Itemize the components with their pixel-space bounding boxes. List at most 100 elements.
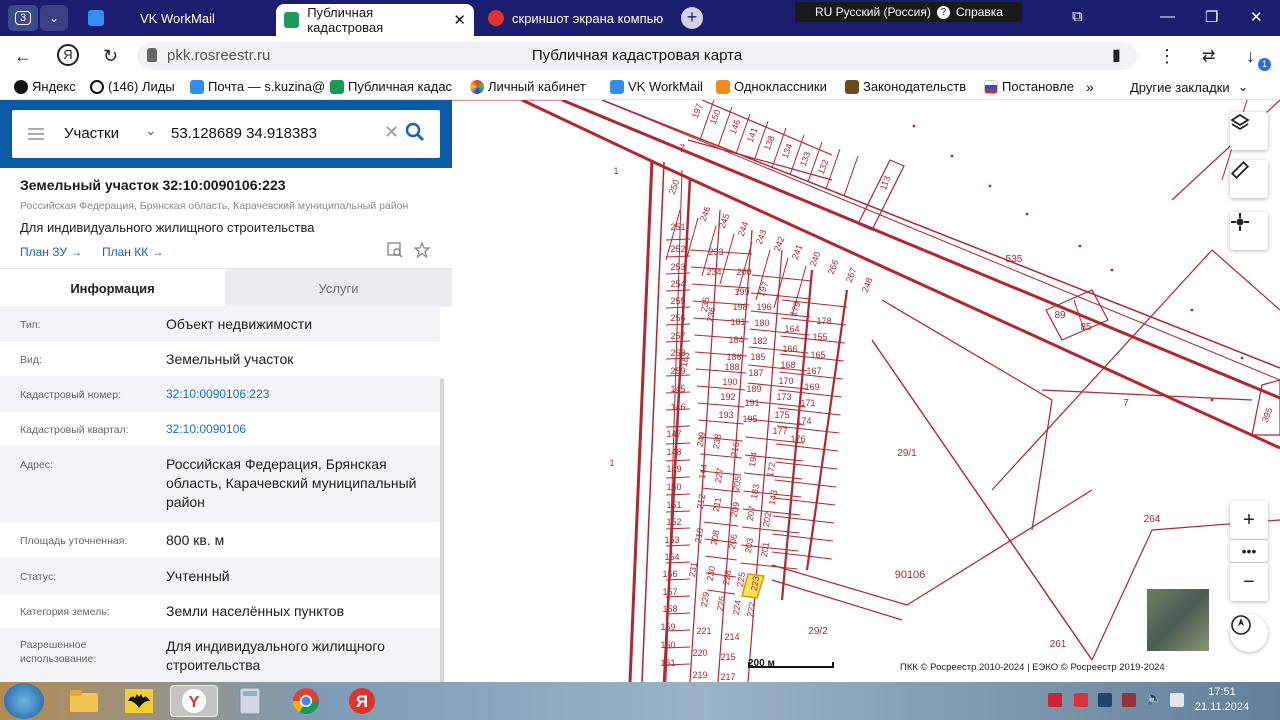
language-bar[interactable]: RU Русский (Россия) ? Справка: [795, 2, 1022, 22]
taskbar-yandex-browser[interactable]: Y: [170, 685, 218, 717]
panel-scrollbar[interactable]: [440, 378, 444, 718]
vk-workmail-icon: [88, 10, 104, 26]
back-icon[interactable]: ←: [14, 46, 32, 67]
collections-icon[interactable]: ⧉: [1072, 8, 1083, 25]
parcel-boundary: [771, 579, 903, 621]
bookmark-item[interactable]: Почта — s.kuzina@: [190, 79, 325, 94]
ruler-button[interactable]: [1230, 160, 1268, 198]
parcel-number: 171: [800, 398, 815, 408]
bookmark-item[interactable]: Личный кабинет: [470, 79, 586, 94]
map-label: 535: [1006, 254, 1023, 265]
menu-icon[interactable]: [28, 128, 44, 140]
locate-point-button[interactable]: [1230, 212, 1268, 250]
bookmark-item[interactable]: Постановле: [984, 79, 1074, 94]
yandex-icon: [488, 10, 504, 26]
parcel-number: 194: [747, 451, 759, 468]
parcel-boundary: [698, 419, 744, 425]
cadastral-map[interactable]: 197 150 146 141 138 134 133 132 246 245 244 243 242 2…: [452, 100, 1280, 682]
tab-count-button[interactable]: 3: [8, 5, 38, 31]
minimize-button[interactable]: —: [1160, 8, 1175, 25]
layers-button[interactable]: [1230, 112, 1268, 150]
tray-device-icon[interactable]: [1098, 693, 1112, 707]
tab-screenshot[interactable]: скриншот экрана компью: [480, 4, 676, 32]
bookmark-icon[interactable]: ▮: [1112, 45, 1121, 65]
parcel-boundary: [1211, 249, 1280, 311]
taskbar-calculator[interactable]: [226, 685, 274, 717]
share-icon[interactable]: ⇄: [1202, 46, 1215, 66]
parcel-number: 159: [660, 622, 675, 632]
reload-icon[interactable]: ↻: [103, 46, 118, 67]
clear-icon[interactable]: ✕: [384, 122, 399, 143]
tray-network-icon[interactable]: [1048, 693, 1062, 707]
menu-dots-icon[interactable]: ⋮: [1158, 46, 1176, 67]
tab-services[interactable]: Услуги: [225, 269, 452, 307]
tray-wifi-icon[interactable]: [1170, 693, 1184, 707]
clock[interactable]: 17:51 21.11.2024: [1192, 685, 1252, 715]
maximize-button[interactable]: ❐: [1205, 8, 1218, 26]
tab-info[interactable]: Информация: [0, 269, 225, 307]
parcel-boundary: [705, 555, 737, 561]
bookmark-item[interactable]: Законодательств: [845, 79, 966, 94]
star-icon[interactable]: [414, 242, 430, 258]
quarter-boundary: [628, 159, 654, 682]
chevron-down-icon[interactable]: ⌄: [145, 122, 157, 139]
boundary-point: [988, 184, 992, 188]
search-on-map-icon[interactable]: [387, 242, 403, 258]
parcel-number: 217: [720, 672, 735, 682]
parcel-number: 242: [772, 235, 787, 253]
zoom-levels-button[interactable]: •••: [1230, 540, 1268, 562]
zoom-out-button[interactable]: −: [1230, 563, 1268, 601]
parcel-usage: Для индивидуального жилищного строительс…: [20, 220, 315, 235]
bookmark-item[interactable]: (146) Лиды: [90, 79, 175, 94]
parcel-boundary: [771, 564, 908, 606]
taskbar-chrome[interactable]: [282, 685, 330, 717]
bookmark-item[interactable]: Публичная кадас: [330, 79, 452, 94]
cadastral-number-link[interactable]: 32:10:0090106:223: [166, 385, 438, 404]
parcel-number: 215: [720, 652, 735, 662]
tab-rosreestr[interactable]: Публичная кадастровая ✕: [276, 4, 474, 36]
more-bookmarks-button[interactable]: »: [1086, 79, 1094, 95]
search-icon[interactable]: [405, 122, 425, 142]
cadastral-quarter-link[interactable]: 32:10:0090106: [166, 420, 438, 439]
help-label[interactable]: Справка: [956, 5, 1003, 19]
other-bookmarks-button[interactable]: Другие закладки ⌄: [1130, 79, 1249, 95]
plan-kk-link[interactable]: План КК →: [102, 245, 164, 259]
parcel-number: 186: [726, 352, 741, 362]
yandex-home-icon[interactable]: Я: [57, 44, 79, 66]
parcel-number: 233: [708, 247, 723, 257]
bookmark-item[interactable]: Одноклассники: [716, 79, 827, 94]
road-centerline: [601, 100, 1280, 381]
taskbar-batman[interactable]: [115, 685, 163, 717]
download-icon[interactable]: ↓: [1246, 46, 1255, 67]
start-button[interactable]: [4, 683, 44, 719]
taskbar-yandex[interactable]: Я: [338, 685, 386, 717]
tray-app-icon[interactable]: [1074, 693, 1088, 707]
rosreestr-icon: [284, 12, 300, 28]
volume-icon[interactable]: 🔈: [1146, 690, 1162, 705]
plan-zu-link[interactable]: План ЗУ →: [20, 245, 82, 259]
search-input[interactable]: 53.128689 34.918383: [171, 125, 317, 142]
parcel-number: 174: [796, 416, 811, 426]
parcel-boundary: [773, 515, 835, 524]
bookmark-item[interactable]: VK WorkMail: [610, 79, 703, 94]
parcel-boundary: [772, 533, 834, 542]
table-row: Разрешенное использование: Для индивидуа…: [0, 628, 440, 682]
chevron-down-icon[interactable]: ⌄: [40, 5, 68, 31]
window-close-button[interactable]: ✕: [1250, 8, 1263, 26]
chevron-down-icon: ⌄: [1237, 79, 1249, 94]
parcel-boundary: [741, 526, 800, 534]
parcel-number: 176: [790, 434, 805, 444]
satellite-minimap[interactable]: [1146, 588, 1210, 652]
compass-button[interactable]: [1230, 614, 1268, 652]
close-icon[interactable]: ✕: [453, 11, 466, 29]
bookmark-item[interactable]: Яндекс: [14, 79, 76, 94]
zoom-in-button[interactable]: +: [1230, 501, 1268, 539]
taskbar-explorer[interactable]: [60, 685, 108, 717]
new-tab-button[interactable]: +: [681, 7, 703, 29]
tab-vk-workmail[interactable]: VK WorkMail: [80, 4, 270, 32]
row-value: Для индивидуального жилищного строительс…: [166, 638, 385, 673]
search-type-select[interactable]: Участки: [64, 125, 119, 142]
url-field[interactable]: pkk.rosreestr.ru Публичная кадастровая к…: [137, 42, 1137, 70]
parcel-boundary: [665, 442, 691, 445]
tray-battery-icon[interactable]: [1122, 693, 1136, 707]
